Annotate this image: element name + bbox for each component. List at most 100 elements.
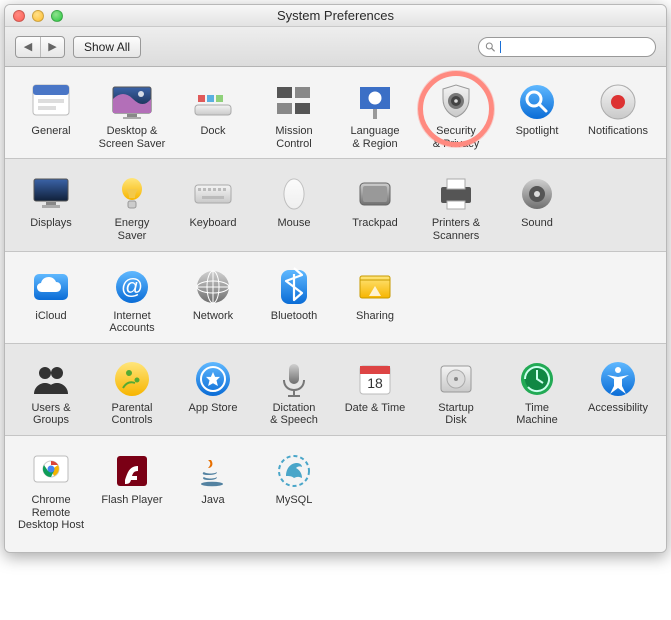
sound-icon [516,173,558,215]
pref-item-internet-accounts[interactable]: Internet Accounts [92,266,172,335]
pref-item-label: Trackpad [352,217,397,230]
pref-item-dictation-speech[interactable]: Dictation & Speech [254,358,334,427]
search-input[interactable] [504,41,649,53]
pref-item-mission-control[interactable]: Mission Control [254,81,334,150]
pref-item-dock[interactable]: Dock [173,81,253,150]
pref-item-label: Spotlight [516,125,559,138]
pref-item-label: Mission Control [275,125,312,150]
pref-item-label: Sharing [356,310,394,323]
pref-item-label: General [31,125,70,138]
pref-row-1: Displays Energy Saver Keyboard Mouse Trackpa… [5,159,666,251]
back-button[interactable]: ◀ [16,37,40,57]
pref-item-label: Security & Privacy [433,125,479,150]
pref-item-label: Accessibility [588,402,648,415]
dock-icon [192,81,234,123]
pref-item-label: Dock [200,125,225,138]
pref-item-app-store[interactable]: App Store [173,358,253,427]
displays-icon [30,173,72,215]
window-title: System Preferences [5,8,666,23]
pref-row-2: iCloudInternet Accounts Network Bluetooth S… [5,252,666,344]
pref-item-printers-scanners[interactable]: Printers & Scanners [416,173,496,242]
accessibility-icon [597,358,639,400]
mysql-icon [273,450,315,492]
pref-item-displays[interactable]: Displays [11,173,91,242]
pref-item-icloud[interactable]: iCloud [11,266,91,335]
pref-item-label: App Store [189,402,238,415]
titlebar: System Preferences [5,5,666,27]
nav-segment: ◀ ▶ [15,36,65,58]
pref-item-date-time[interactable]: Date & Time [335,358,415,427]
internet-accounts-icon [111,266,153,308]
pref-item-startup-disk[interactable]: Startup Disk [416,358,496,427]
app-store-icon [192,358,234,400]
pref-item-mouse[interactable]: Mouse [254,173,334,242]
startup-disk-icon [435,358,477,400]
desktop-screensaver-icon [111,81,153,123]
zoom-button[interactable] [51,10,63,22]
pref-row-0: General Desktop & Screen Saver Dock Mission… [5,67,666,159]
search-field[interactable] [478,37,656,57]
pref-item-label: Keyboard [189,217,236,230]
pref-item-trackpad[interactable]: Trackpad [335,173,415,242]
java-icon [192,450,234,492]
pref-item-label: Time Machine [516,402,558,427]
pref-item-keyboard[interactable]: Keyboard [173,173,253,242]
language-region-icon [354,81,396,123]
printers-scanners-icon [435,173,477,215]
mission-control-icon [273,81,315,123]
network-icon [192,266,234,308]
pref-item-time-machine[interactable]: Time Machine [497,358,577,427]
pref-item-parental-controls[interactable]: Parental Controls [92,358,172,427]
pref-item-desktop-screensaver[interactable]: Desktop & Screen Saver [92,81,172,150]
pref-item-chrome-remote-desktop[interactable]: Chrome Remote Desktop Host [11,450,91,532]
pref-item-label: Startup Disk [438,402,473,427]
forward-button[interactable]: ▶ [40,37,64,57]
pref-item-network[interactable]: Network [173,266,253,335]
pref-item-sound[interactable]: Sound [497,173,577,242]
pref-item-sharing[interactable]: Sharing [335,266,415,335]
pref-item-label: Desktop & Screen Saver [99,125,166,150]
spotlight-icon [516,81,558,123]
pref-item-mysql[interactable]: MySQL [254,450,334,532]
users-groups-icon [30,358,72,400]
search-icon [485,41,496,53]
pref-item-label: Energy Saver [115,217,150,242]
security-privacy-icon [435,81,477,123]
pref-item-label: Parental Controls [112,402,153,427]
pref-item-label: Mouse [277,217,310,230]
text-caret [500,41,501,53]
icloud-icon [30,266,72,308]
bluetooth-icon [273,266,315,308]
pref-item-spotlight[interactable]: Spotlight [497,81,577,150]
pref-item-label: MySQL [276,494,313,507]
pref-item-label: Java [201,494,224,507]
pref-item-security-privacy[interactable]: Security & Privacy [416,81,496,150]
pref-item-label: Dictation & Speech [270,402,318,427]
pref-item-label: Flash Player [101,494,162,507]
chrome-remote-desktop-icon [30,450,72,492]
show-all-button[interactable]: Show All [73,36,141,58]
keyboard-icon [192,173,234,215]
pref-item-energy-saver[interactable]: Energy Saver [92,173,172,242]
pref-item-users-groups[interactable]: Users & Groups [11,358,91,427]
pref-item-flash-player[interactable]: Flash Player [92,450,172,532]
pref-item-language-region[interactable]: Language & Region [335,81,415,150]
pref-item-label: Date & Time [345,402,406,415]
pref-item-label: Sound [521,217,553,230]
minimize-button[interactable] [32,10,44,22]
general-icon [30,81,72,123]
notifications-icon [597,81,639,123]
pref-item-notifications[interactable]: Notifications [578,81,658,150]
toolbar: ◀ ▶ Show All [5,27,666,67]
preferences-window: System Preferences ◀ ▶ Show All General D… [4,4,667,553]
pref-item-accessibility[interactable]: Accessibility [578,358,658,427]
pref-item-general[interactable]: General [11,81,91,150]
sharing-icon [354,266,396,308]
close-button[interactable] [13,10,25,22]
dictation-speech-icon [273,358,315,400]
pref-item-label: Network [193,310,233,323]
pref-item-java[interactable]: Java [173,450,253,532]
pref-row-3: Users & Groups Parental Controls App Store… [5,344,666,436]
pref-item-bluetooth[interactable]: Bluetooth [254,266,334,335]
pref-item-label: Language & Region [351,125,400,150]
